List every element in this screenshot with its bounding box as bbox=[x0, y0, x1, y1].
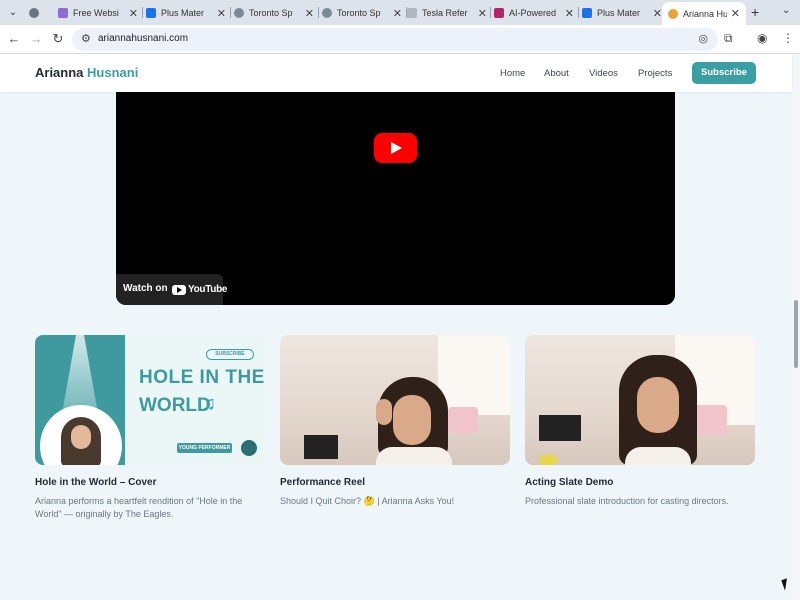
nav-projects[interactable]: Projects bbox=[638, 68, 672, 79]
nav-home[interactable]: Home bbox=[500, 68, 525, 79]
video-thumbnail[interactable]: SUBSCRIBE HOLE IN THE WORLD ♫ YOUNG PERF… bbox=[35, 335, 265, 465]
thumbnail-title-line2: WORLD bbox=[139, 395, 211, 416]
tab-favicon-icon bbox=[322, 8, 332, 18]
tab-favicon-icon bbox=[582, 8, 592, 18]
address-bar-url[interactable]: ariannahusnani.com bbox=[98, 33, 188, 44]
browser-tab[interactable]: Free Websi ✕ bbox=[58, 3, 138, 23]
tab-favicon-icon bbox=[58, 8, 68, 18]
video-card[interactable]: Performance Reel Should I Quit Choir? 🤔 … bbox=[280, 335, 510, 508]
browser-tab[interactable]: Tesla Refer ✕ bbox=[407, 3, 487, 23]
browser-tab[interactable]: AI-Powered ✕ bbox=[494, 3, 574, 23]
video-thumbnail[interactable] bbox=[525, 335, 755, 465]
tab-favicon-icon bbox=[234, 8, 244, 18]
tab-favicon-icon bbox=[146, 8, 156, 18]
site-logo[interactable]: Arianna Husnani bbox=[35, 65, 138, 80]
tab-list-chevron-icon[interactable]: ⌄ bbox=[782, 5, 790, 16]
card-title[interactable]: Acting Slate Demo bbox=[525, 477, 755, 488]
browser-toolbar: ← → ↻ ⚙ ariannahusnani.com ◎ ⧉ ◉ ⋮ bbox=[0, 25, 800, 54]
browser-tab[interactable]: Toronto Sp ✕ bbox=[234, 3, 314, 23]
eye-slash-icon[interactable]: ◎ bbox=[698, 32, 708, 45]
tab-favicon-icon bbox=[668, 8, 678, 19]
thumbnail-title-line1: HOLE IN THE bbox=[139, 367, 265, 388]
thumbnail-subscribe-label: SUBSCRIBE bbox=[206, 349, 254, 360]
card-title[interactable]: Hole in the World – Cover bbox=[35, 477, 265, 488]
subscribe-button[interactable]: Subscribe bbox=[692, 62, 756, 84]
youtube-logo-icon: YouTube bbox=[172, 284, 228, 295]
browser-tab-active[interactable]: Arianna Hu ✕ bbox=[662, 2, 746, 25]
browser-tab-strip: ⌄ Free Websi ✕ Plus Mater ✕ Toronto Sp ✕… bbox=[0, 0, 800, 25]
scrollbar-thumb[interactable] bbox=[794, 300, 798, 368]
video-card[interactable]: Acting Slate Demo Professional slate int… bbox=[525, 335, 755, 508]
close-tab-icon[interactable]: ✕ bbox=[565, 7, 574, 20]
close-tab-icon[interactable]: ✕ bbox=[393, 7, 402, 20]
extensions-icon[interactable]: ⧉ bbox=[724, 31, 733, 46]
kebab-menu-icon[interactable]: ⋮ bbox=[782, 31, 794, 45]
address-bar[interactable]: ⚙ ariannahusnani.com ◎ bbox=[72, 28, 718, 51]
play-button[interactable] bbox=[374, 133, 417, 163]
close-tab-icon[interactable]: ✕ bbox=[129, 7, 138, 20]
reload-icon[interactable]: ↻ bbox=[50, 31, 66, 47]
forward-icon[interactable]: → bbox=[28, 31, 44, 47]
close-tab-icon[interactable]: ✕ bbox=[305, 7, 314, 20]
browser-tab[interactable]: Toronto Sp ✕ bbox=[322, 3, 402, 23]
video-card[interactable]: SUBSCRIBE HOLE IN THE WORLD ♫ YOUNG PERF… bbox=[35, 335, 265, 521]
tab-pinned[interactable] bbox=[29, 3, 47, 23]
card-description: Should I Quit Choir? 🤔 | Arianna Asks Yo… bbox=[280, 496, 455, 506]
close-tab-icon[interactable]: ✕ bbox=[217, 7, 226, 20]
thumbnail-tag: YOUNG PERFORMER bbox=[177, 443, 232, 453]
tab-favicon-icon bbox=[494, 8, 504, 18]
profile-icon[interactable]: ◉ bbox=[757, 31, 767, 45]
site-info-icon[interactable]: ⚙ bbox=[81, 32, 91, 45]
nav-about[interactable]: About bbox=[544, 68, 569, 79]
mouse-pointer-icon bbox=[781, 578, 791, 591]
tab-favicon-icon bbox=[407, 8, 417, 18]
card-description: Professional slate introduction for cast… bbox=[525, 496, 729, 506]
badge-icon bbox=[241, 440, 257, 456]
browser-tab[interactable]: Plus Mater ✕ bbox=[146, 3, 226, 23]
globe-icon bbox=[29, 8, 39, 18]
close-tab-icon[interactable]: ✕ bbox=[731, 7, 740, 20]
new-tab-icon[interactable]: + bbox=[751, 4, 759, 20]
youtube-embed[interactable]: Watch on YouTube bbox=[116, 92, 675, 305]
close-tab-icon[interactable]: ✕ bbox=[653, 7, 662, 20]
play-icon bbox=[391, 142, 402, 154]
back-icon[interactable]: ← bbox=[6, 31, 22, 47]
close-tab-icon[interactable]: ✕ bbox=[478, 7, 487, 20]
tab-search-icon[interactable]: ⌄ bbox=[6, 6, 20, 20]
video-thumbnail[interactable] bbox=[280, 335, 510, 465]
music-note-icon: ♫ bbox=[201, 393, 216, 415]
card-description: Arianna performs a heartfelt rendition o… bbox=[35, 496, 243, 519]
site-header: Arianna Husnani Home About Videos Projec… bbox=[0, 54, 792, 92]
nav-videos[interactable]: Videos bbox=[589, 68, 618, 79]
card-title[interactable]: Performance Reel bbox=[280, 477, 510, 488]
watch-on-youtube-button[interactable]: Watch on YouTube bbox=[116, 274, 228, 305]
browser-tab[interactable]: Plus Mater ✕ bbox=[582, 3, 662, 23]
